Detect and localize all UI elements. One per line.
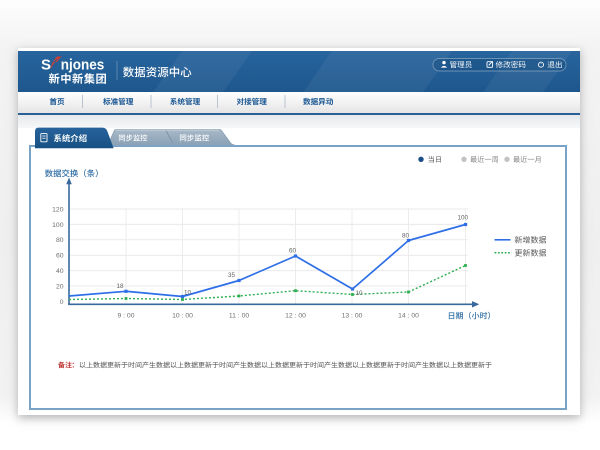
svg-text:12 : 00: 12 : 00 bbox=[285, 312, 306, 319]
svg-text:18: 18 bbox=[117, 283, 125, 290]
svg-text:80: 80 bbox=[56, 237, 64, 244]
svg-text:14 : 00: 14 : 00 bbox=[398, 312, 419, 319]
svg-text:njones: njones bbox=[61, 57, 105, 74]
svg-text:35: 35 bbox=[228, 272, 236, 279]
svg-text:100: 100 bbox=[52, 222, 64, 229]
svg-text:S: S bbox=[41, 57, 51, 74]
svg-text:10 : 00: 10 : 00 bbox=[172, 312, 193, 319]
svg-text:10: 10 bbox=[184, 290, 192, 297]
svg-text:20: 20 bbox=[56, 283, 64, 290]
svg-text:11 : 00: 11 : 00 bbox=[229, 312, 250, 319]
svg-text:13 : 00: 13 : 00 bbox=[342, 312, 363, 319]
svg-text:100: 100 bbox=[458, 215, 469, 222]
svg-text:9 : 00: 9 : 00 bbox=[117, 312, 134, 319]
svg-text:120: 120 bbox=[52, 206, 64, 213]
svg-text:60: 60 bbox=[56, 253, 64, 260]
svg-text:60: 60 bbox=[289, 248, 297, 255]
svg-text:10: 10 bbox=[356, 290, 364, 297]
svg-text:40: 40 bbox=[56, 268, 64, 275]
svg-text:0: 0 bbox=[60, 299, 64, 306]
svg-text:80: 80 bbox=[402, 233, 410, 240]
